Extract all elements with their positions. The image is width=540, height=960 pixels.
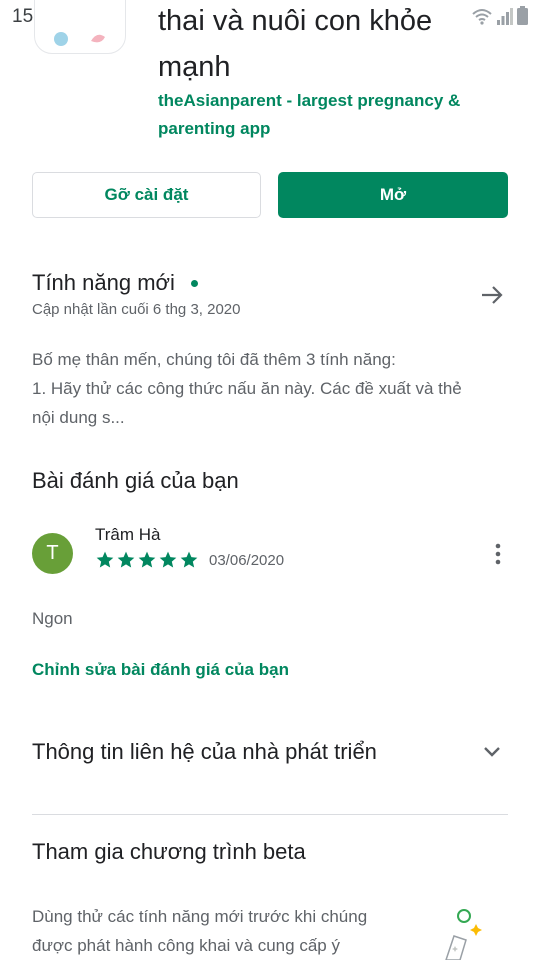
app-logo-icon [54, 32, 105, 46]
developer-link[interactable]: theAsianparent - largest pregnancy & par… [158, 87, 498, 143]
whats-new-updated: Cập nhật lần cuối 6 thg 3, 2020 [32, 301, 241, 318]
beta-description: Dùng thử các tính năng mới trước khi chú… [32, 902, 412, 960]
star-icon [159, 551, 177, 568]
avatar: T [32, 533, 73, 574]
star-icon [180, 551, 198, 568]
star-rating [95, 550, 199, 570]
app-title-line2: mạnh [158, 51, 231, 83]
whats-new-line3: nội dung s... [32, 408, 125, 427]
whats-new-line1: Bố mẹ thân mến, chúng tôi đã thêm 3 tính… [32, 350, 396, 369]
whats-new-title: Tính năng mới [32, 270, 175, 295]
new-indicator-dot [190, 279, 198, 287]
divider [32, 814, 508, 815]
beta-title: Tham gia chương trình beta [32, 839, 306, 864]
star-icon [96, 551, 114, 568]
more-options-icon[interactable] [488, 541, 508, 567]
developer-line1: theAsianparent - largest pregnancy & [158, 91, 461, 110]
review-date: 03/06/2020 [209, 551, 285, 569]
your-review-title: Bài đánh giá của bạn [32, 468, 239, 493]
uninstall-button[interactable]: Gỡ cài đặt [32, 172, 261, 218]
whats-new-header[interactable]: Tính năng mới [32, 270, 198, 296]
beta-line1: Dùng thử các tính năng mới trước khi chú… [32, 907, 368, 926]
star-icon [138, 551, 156, 568]
review-rating-row: 03/06/2020 [95, 550, 284, 570]
whats-new-body: Bố mẹ thân mến, chúng tôi đã thêm 3 tính… [32, 345, 508, 432]
beta-line2: được phát hành công khai và cung cấp ý [32, 936, 340, 955]
reviewer-name: Trâm Hà [95, 525, 161, 544]
developer-contact-title[interactable]: Thông tin liên hệ của nhà phát triển [32, 739, 377, 765]
review-text: Ngon [32, 609, 73, 628]
chevron-down-icon[interactable] [482, 742, 502, 762]
app-title-line1: thai và nuôi con khỏe [158, 5, 433, 37]
open-button[interactable]: Mở [278, 172, 508, 218]
battery-icon [517, 6, 528, 25]
beta-illustration-icon [445, 909, 482, 960]
star-icon [117, 551, 135, 568]
app-title: thai và nuôi con khỏe mạnh [158, 0, 518, 90]
whats-new-line2: 1. Hãy thử các công thức nấu ăn này. Các… [32, 379, 462, 398]
app-icon [34, 0, 126, 54]
arrow-right-icon[interactable] [480, 283, 504, 307]
developer-line2: parenting app [158, 119, 271, 138]
edit-review-link[interactable]: Chỉnh sửa bài đánh giá của bạn [32, 660, 289, 680]
